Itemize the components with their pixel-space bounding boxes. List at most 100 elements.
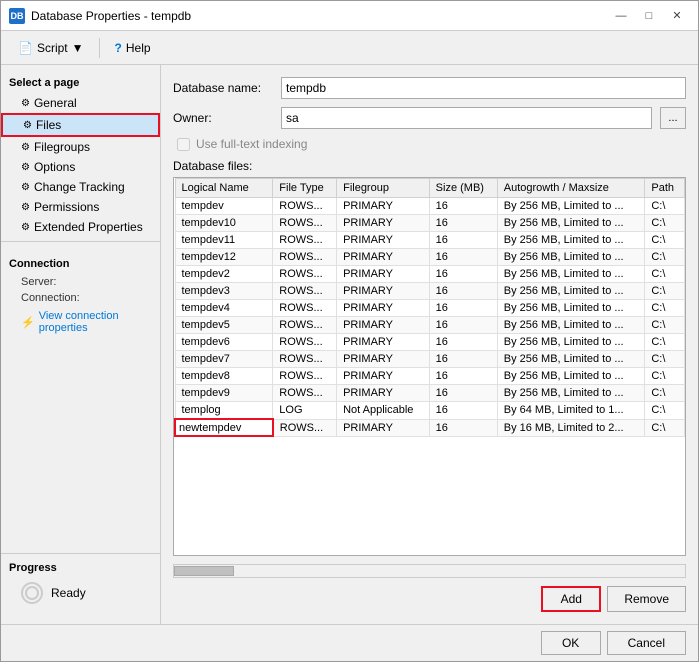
table-cell: PRIMARY [337,215,430,232]
script-button[interactable]: 📄 Script ▼ [9,37,93,59]
db-files-table: Logical Name File Type Filegroup Size (M… [174,178,685,437]
sidebar-item-label: Permissions [34,200,99,214]
table-cell: tempdev11 [175,232,273,249]
scrollbar-thumb [174,566,234,576]
col-file-type: File Type [273,179,337,198]
title-controls: — □ ✕ [608,7,690,25]
fulltext-checkbox[interactable] [177,138,190,151]
progress-title: Progress [1,558,160,578]
sidebar-item-filegroups[interactable]: ⚙ Filegroups [1,137,160,157]
table-cell: ROWS... [273,334,337,351]
db-files-label: Database files: [173,159,686,173]
table-row[interactable]: tempdev12ROWS...PRIMARY16By 256 MB, Limi… [175,249,685,266]
table-cell: ROWS... [273,249,337,266]
table-cell: LOG [273,402,337,420]
sidebar-item-options[interactable]: ⚙ Options [1,157,160,177]
table-cell: tempdev12 [175,249,273,266]
sidebar-item-general[interactable]: ⚙ General [1,93,160,113]
table-cell: PRIMARY [337,249,430,266]
progress-content: Ready [1,578,160,608]
table-cell: By 256 MB, Limited to ... [497,249,645,266]
view-connection-props-link[interactable]: ⚡ View connection properties [1,306,160,338]
add-button[interactable]: Add [541,586,601,612]
table-cell: ROWS... [273,419,337,436]
close-button[interactable]: ✕ [664,7,690,25]
remove-button[interactable]: Remove [607,586,686,612]
table-cell: PRIMARY [337,317,430,334]
table-header-row: Logical Name File Type Filegroup Size (M… [175,179,685,198]
table-cell: C:\ [645,283,685,300]
table-row[interactable]: tempdev6ROWS...PRIMARY16By 256 MB, Limit… [175,334,685,351]
sidebar-item-change-tracking[interactable]: ⚙ Change Tracking [1,177,160,197]
table-row[interactable]: tempdev4ROWS...PRIMARY16By 256 MB, Limit… [175,300,685,317]
table-cell: By 256 MB, Limited to ... [497,283,645,300]
options-icon: ⚙ [21,162,30,173]
table-row[interactable]: tempdev3ROWS...PRIMARY16By 256 MB, Limit… [175,283,685,300]
sidebar-item-extended-properties[interactable]: ⚙ Extended Properties [1,217,160,237]
table-cell: By 256 MB, Limited to ... [497,232,645,249]
table-body: tempdevROWS...PRIMARY16By 256 MB, Limite… [175,198,685,437]
sidebar-item-permissions[interactable]: ⚙ Permissions [1,197,160,217]
table-cell: tempdev2 [175,266,273,283]
table-cell [175,419,273,436]
table-cell: By 256 MB, Limited to ... [497,317,645,334]
table-cell: ROWS... [273,385,337,402]
table-row[interactable]: ROWS...PRIMARY16By 16 MB, Limited to 2..… [175,419,685,436]
db-files-table-container[interactable]: Logical Name File Type Filegroup Size (M… [173,177,686,556]
table-row[interactable]: templogLOGNot Applicable16By 64 MB, Limi… [175,402,685,420]
logical-name-edit-input[interactable] [179,422,259,434]
sidebar-item-label: General [34,96,77,110]
table-row[interactable]: tempdevROWS...PRIMARY16By 256 MB, Limite… [175,198,685,215]
db-name-row: Database name: [173,77,686,99]
help-button[interactable]: ? Help [106,37,160,59]
maximize-button[interactable]: □ [636,7,662,25]
table-cell: C:\ [645,215,685,232]
ok-button[interactable]: OK [541,631,601,655]
table-row[interactable]: tempdev2ROWS...PRIMARY16By 256 MB, Limit… [175,266,685,283]
owner-browse-button[interactable]: ... [660,107,686,129]
table-cell: 16 [429,351,497,368]
cancel-button[interactable]: Cancel [607,631,686,655]
col-path: Path [645,179,685,198]
table-cell: C:\ [645,351,685,368]
table-row[interactable]: tempdev11ROWS...PRIMARY16By 256 MB, Limi… [175,232,685,249]
minimize-button[interactable]: — [608,7,634,25]
permissions-icon: ⚙ [21,202,30,213]
table-cell: By 256 MB, Limited to ... [497,334,645,351]
col-filegroup: Filegroup [337,179,430,198]
progress-spinner [21,582,43,604]
table-cell: tempdev [175,198,273,215]
col-size: Size (MB) [429,179,497,198]
sidebar: Select a page ⚙ General ⚙ Files ⚙ Filegr… [1,65,161,624]
server-label: Server: [1,274,160,290]
horizontal-scrollbar[interactable] [173,564,686,578]
extended-properties-icon: ⚙ [21,222,30,233]
table-cell: 16 [429,334,497,351]
main-window: DB Database Properties - tempdb — □ ✕ 📄 … [0,0,699,662]
sidebar-item-files[interactable]: ⚙ Files [1,113,160,137]
table-row[interactable]: tempdev10ROWS...PRIMARY16By 256 MB, Limi… [175,215,685,232]
db-name-input[interactable] [281,77,686,99]
table-cell: PRIMARY [337,419,430,436]
table-cell: tempdev6 [175,334,273,351]
sidebar-section-title: Select a page [1,73,160,93]
table-row[interactable]: tempdev8ROWS...PRIMARY16By 256 MB, Limit… [175,368,685,385]
table-cell: tempdev7 [175,351,273,368]
table-cell: C:\ [645,266,685,283]
scrollbar-area [173,564,686,578]
table-row[interactable]: tempdev5ROWS...PRIMARY16By 256 MB, Limit… [175,317,685,334]
change-tracking-icon: ⚙ [21,182,30,193]
col-autogrowth: Autogrowth / Maxsize [497,179,645,198]
table-cell: C:\ [645,385,685,402]
table-cell: By 256 MB, Limited to ... [497,368,645,385]
table-cell: By 256 MB, Limited to ... [497,198,645,215]
table-row[interactable]: tempdev7ROWS...PRIMARY16By 256 MB, Limit… [175,351,685,368]
table-cell: ROWS... [273,317,337,334]
table-cell: 16 [429,402,497,420]
progress-divider [1,553,160,554]
toolbar-separator [99,38,100,58]
owner-input[interactable] [281,107,652,129]
table-cell: ROWS... [273,283,337,300]
owner-label: Owner: [173,111,273,125]
table-row[interactable]: tempdev9ROWS...PRIMARY16By 256 MB, Limit… [175,385,685,402]
